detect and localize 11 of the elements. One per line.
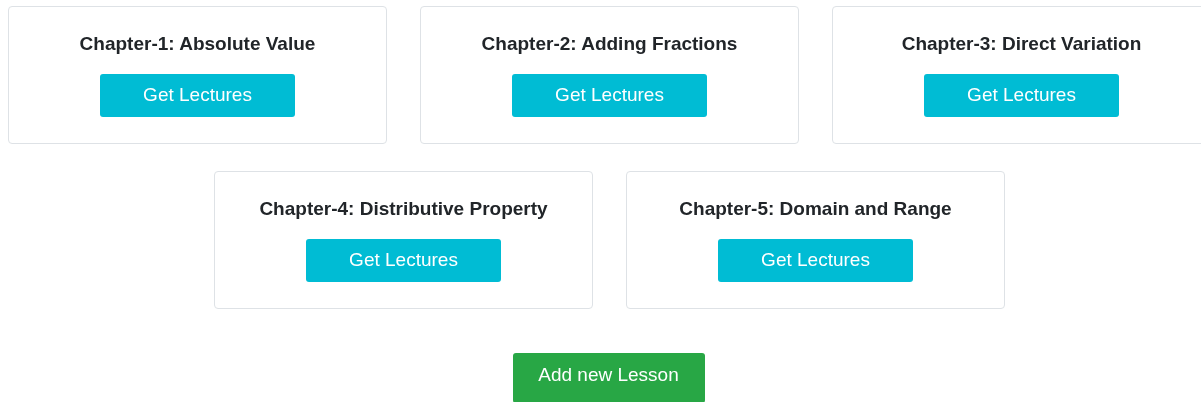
get-lectures-button[interactable]: Get Lectures bbox=[718, 239, 913, 282]
chapter-title: Chapter-5: Domain and Range bbox=[679, 197, 952, 221]
chapter-title: Chapter-4: Distributive Property bbox=[259, 197, 548, 221]
get-lectures-button[interactable]: Get Lectures bbox=[306, 239, 501, 282]
add-lesson-button[interactable]: Add new Lesson bbox=[512, 353, 705, 402]
chapter-title: Chapter-2: Adding Fractions bbox=[481, 32, 738, 56]
get-lectures-button[interactable]: Get Lectures bbox=[512, 74, 707, 117]
chapter-title: Chapter-3: Direct Variation bbox=[901, 32, 1142, 56]
chapter-title: Chapter-1: Absolute Value bbox=[79, 32, 316, 56]
get-lectures-button[interactable]: Get Lectures bbox=[100, 74, 295, 117]
get-lectures-button[interactable]: Get Lectures bbox=[924, 74, 1119, 117]
